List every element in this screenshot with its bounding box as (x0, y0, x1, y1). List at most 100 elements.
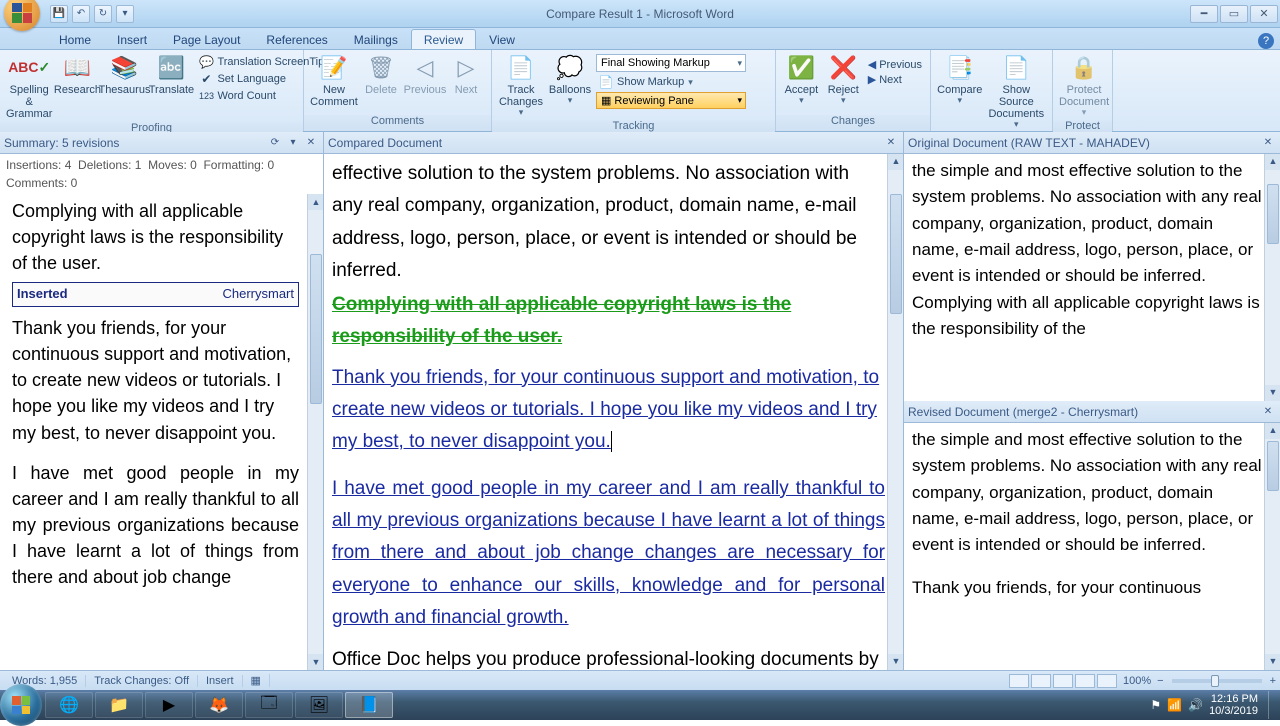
summary-scrollbar[interactable]: ▲ ▼ (307, 194, 323, 670)
tab-home[interactable]: Home (46, 29, 104, 49)
status-mode[interactable]: Insert (198, 675, 243, 687)
revised-body[interactable]: the simple and most effective solution t… (904, 423, 1280, 670)
tab-insert[interactable]: Insert (104, 29, 160, 49)
display-for-review-combo[interactable]: Final Showing Markup (596, 54, 746, 72)
track-changes-button[interactable]: 📄Track Changes (496, 52, 546, 118)
view-web-layout-icon[interactable] (1053, 674, 1073, 688)
qat-save-icon[interactable]: 💾 (50, 5, 68, 23)
summary-dropdown-icon[interactable]: ▾ (285, 136, 301, 150)
original-body[interactable]: the simple and most effective solution t… (904, 154, 1280, 401)
scroll-up-icon[interactable]: ▲ (1265, 154, 1280, 170)
next-comment-button[interactable]: ▷Next (448, 52, 484, 96)
taskbar-media-icon[interactable]: ▶ (145, 692, 193, 718)
taskbar-ie-icon[interactable]: 🌐 (45, 692, 93, 718)
summary-refresh-icon[interactable]: ⟳ (267, 136, 283, 150)
previous-change-button[interactable]: ◀Previous (868, 58, 922, 71)
spelling-grammar-button[interactable]: ABC✓Spelling & Grammar (4, 52, 54, 120)
view-full-screen-icon[interactable] (1031, 674, 1051, 688)
translate-icon: 🔤 (155, 54, 187, 82)
accept-button[interactable]: ✅Accept (780, 52, 823, 106)
ribbon-tabs: Home Insert Page Layout References Maili… (0, 28, 1280, 50)
tab-page-layout[interactable]: Page Layout (160, 29, 253, 49)
inserted-bar[interactable]: Inserted Cherrysmart (12, 282, 299, 307)
scroll-up-icon[interactable]: ▲ (308, 194, 323, 210)
scroll-up-icon[interactable]: ▲ (1265, 423, 1280, 439)
previous-comment-button[interactable]: ◁Previous (402, 52, 448, 96)
scroll-thumb[interactable] (1267, 184, 1279, 244)
summary-close-icon[interactable]: ✕ (303, 136, 319, 150)
compare-button[interactable]: 📑Compare (935, 52, 985, 106)
tray-volume-icon[interactable]: 🔊 (1188, 698, 1203, 712)
research-button[interactable]: 📖Research (54, 52, 100, 96)
tab-review[interactable]: Review (411, 29, 476, 49)
thesaurus-button[interactable]: 📚Thesaurus (100, 52, 148, 96)
screentip-icon: 💬 (199, 55, 213, 69)
tab-view[interactable]: View (476, 29, 528, 49)
qat-customize-icon[interactable]: ▾ (116, 5, 134, 23)
taskbar-explorer-icon[interactable]: 📁 (95, 692, 143, 718)
tray-flag-icon[interactable]: ⚑ (1150, 698, 1161, 712)
balloons-icon: 💭 (554, 54, 586, 82)
compared-scrollbar[interactable]: ▲ ▼ (887, 154, 903, 670)
protect-icon: 🔒 (1068, 54, 1100, 82)
scroll-down-icon[interactable]: ▼ (308, 654, 323, 670)
zoom-out-icon[interactable]: − (1157, 675, 1163, 687)
original-close-icon[interactable]: ✕ (1260, 136, 1276, 150)
zoom-level[interactable]: 100% (1123, 675, 1151, 687)
taskbar-word-icon[interactable]: 📘 (345, 692, 393, 718)
reviewing-pane-button[interactable]: ▦Reviewing Pane (596, 92, 746, 109)
scroll-down-icon[interactable]: ▼ (888, 654, 903, 670)
tab-mailings[interactable]: Mailings (341, 29, 411, 49)
new-comment-button[interactable]: 📝New Comment (308, 52, 360, 108)
translate-button[interactable]: 🔤Translate (148, 52, 194, 96)
revised-document-pane: Revised Document (merge2 - Cherrysmart) … (904, 401, 1280, 670)
help-icon[interactable]: ? (1258, 33, 1274, 49)
zoom-slider[interactable] (1172, 679, 1262, 683)
summary-top-text: Complying with all applicable copyright … (12, 198, 299, 276)
qat-redo-icon[interactable]: ↻ (94, 5, 112, 23)
taskbar-app2-icon[interactable]: 🖼 (295, 692, 343, 718)
office-button[interactable] (4, 0, 40, 31)
status-track-changes[interactable]: Track Changes: Off (86, 675, 198, 687)
original-scrollbar[interactable]: ▲ ▼ (1264, 154, 1280, 401)
show-desktop-button[interactable] (1268, 691, 1276, 719)
compared-header: Compared Document ✕ (324, 132, 903, 154)
delete-comment-button[interactable]: 🗑Delete (360, 52, 402, 96)
zoom-in-icon[interactable]: + (1270, 675, 1276, 687)
taskbar-firefox-icon[interactable]: 🦊 (195, 692, 243, 718)
compared-close-icon[interactable]: ✕ (883, 136, 899, 150)
system-tray: ⚑ 📶 🔊 12:16 PM 10/3/2019 (1150, 691, 1280, 719)
taskbar-app1-icon[interactable]: 🗔 (245, 692, 293, 718)
protect-document-button[interactable]: 🔒Protect Document (1057, 52, 1111, 118)
compared-inserted-2: I have met good people in my career and … (332, 473, 885, 634)
revised-scrollbar[interactable]: ▲ ▼ (1264, 423, 1280, 670)
show-source-button[interactable]: 📄Show Source Documents (985, 52, 1048, 130)
scroll-down-icon[interactable]: ▼ (1265, 385, 1280, 401)
scroll-thumb[interactable] (890, 194, 902, 314)
close-button[interactable]: ✕ (1250, 5, 1278, 23)
scroll-down-icon[interactable]: ▼ (1265, 654, 1280, 670)
tab-references[interactable]: References (253, 29, 340, 49)
qat-undo-icon[interactable]: ↶ (72, 5, 90, 23)
minimize-button[interactable]: ━ (1190, 5, 1218, 23)
zoom-knob[interactable] (1211, 675, 1219, 687)
compared-body[interactable]: effective solution to the system problem… (324, 154, 903, 670)
balloons-button[interactable]: 💭Balloons (546, 52, 594, 106)
view-draft-icon[interactable] (1097, 674, 1117, 688)
group-label-protect: Protect (1053, 120, 1112, 132)
text-cursor (611, 431, 612, 452)
show-markup-button[interactable]: 📄Show Markup (596, 74, 746, 90)
scroll-thumb[interactable] (1267, 441, 1279, 491)
tray-clock[interactable]: 12:16 PM 10/3/2019 (1209, 693, 1258, 717)
summary-body[interactable]: Complying with all applicable copyright … (0, 194, 323, 670)
scroll-thumb[interactable] (310, 254, 322, 404)
scroll-up-icon[interactable]: ▲ (888, 154, 903, 170)
tray-network-icon[interactable]: 📶 (1167, 698, 1182, 712)
view-print-layout-icon[interactable] (1009, 674, 1029, 688)
status-macro-icon[interactable]: ▦ (243, 674, 270, 687)
maximize-button[interactable]: ▭ (1220, 5, 1248, 23)
reject-button[interactable]: ❌Reject (823, 52, 864, 106)
view-outline-icon[interactable] (1075, 674, 1095, 688)
next-change-button[interactable]: ▶Next (868, 73, 922, 86)
revised-close-icon[interactable]: ✕ (1260, 405, 1276, 419)
